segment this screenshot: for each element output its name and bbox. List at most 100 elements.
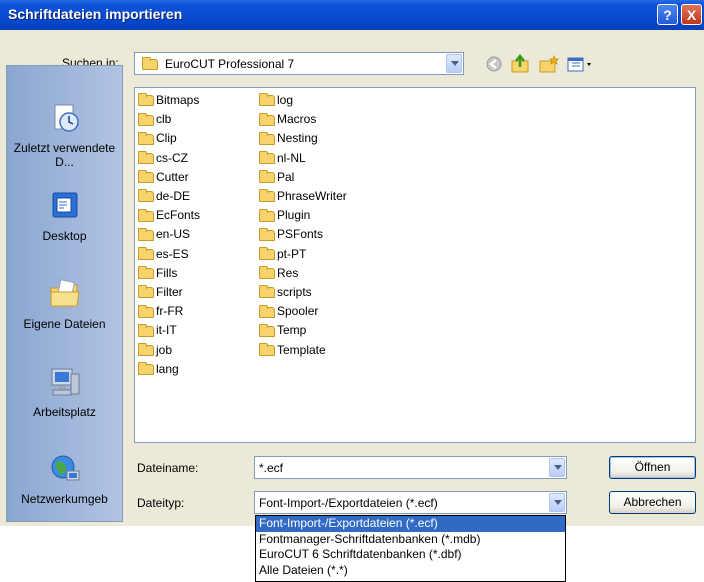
folder-icon: [259, 227, 275, 241]
folder-item[interactable]: Cutter: [138, 169, 189, 186]
folder-item[interactable]: Spooler: [259, 303, 318, 320]
filetype-option[interactable]: Font-Import-/Exportdateien (*.ecf): [256, 516, 565, 532]
my-documents-icon: [50, 279, 80, 307]
folder-item[interactable]: clb: [138, 111, 171, 128]
folder-icon: [259, 342, 275, 356]
folder-icon: [259, 208, 275, 222]
folder-name: Spooler: [277, 304, 319, 319]
folder-item[interactable]: en-US: [138, 226, 190, 243]
folder-icon: [138, 304, 154, 318]
close-button[interactable]: X: [681, 4, 702, 25]
cancel-button[interactable]: Abbrechen: [609, 491, 696, 514]
folder-icon: [138, 362, 154, 376]
folder-item[interactable]: Temp: [259, 322, 306, 339]
folder-name: Template: [277, 342, 326, 357]
folder-item[interactable]: fr-FR: [138, 303, 183, 320]
folder-item[interactable]: Plugin: [259, 207, 310, 224]
folder-icon: [259, 285, 275, 299]
folder-item[interactable]: nl-NL: [259, 150, 306, 167]
chevron-down-icon[interactable]: [549, 458, 565, 477]
place-recent[interactable]: Zuletzt verwendete D...: [7, 102, 122, 169]
folder-name: PSFonts: [277, 227, 324, 242]
chevron-down-icon[interactable]: [549, 493, 565, 512]
help-button[interactable]: ?: [657, 4, 678, 25]
folder-name: it-IT: [156, 323, 177, 338]
folder-name: log: [277, 93, 294, 107]
folder-name: Fills: [156, 265, 178, 280]
folder-name: nl-NL: [277, 150, 306, 165]
place-my-documents[interactable]: Eigene Dateien: [7, 278, 122, 331]
place-network[interactable]: Netzwerkumgeb: [7, 453, 122, 506]
place-label: Eigene Dateien: [23, 317, 106, 331]
folder-item[interactable]: Nesting: [259, 130, 318, 147]
folder-item[interactable]: job: [138, 342, 172, 359]
up-folder-icon[interactable]: [510, 54, 532, 74]
filetype-dropdown-list[interactable]: Font-Import-/Exportdateien (*.ecf) Fontm…: [255, 515, 566, 582]
folder-icon: [138, 112, 154, 126]
folder-name: Clip: [156, 131, 177, 146]
filetype-option[interactable]: Fontmanager-Schriftdatenbanken (*.mdb): [256, 532, 565, 548]
filename-value: *.ecf: [259, 461, 284, 475]
desktop-icon: [52, 192, 77, 218]
new-folder-icon[interactable]: [538, 54, 560, 74]
place-desktop[interactable]: Desktop: [7, 190, 122, 243]
folder-name: de-DE: [156, 189, 191, 203]
folder-item[interactable]: PSFonts: [259, 226, 323, 243]
folder-icon: [138, 227, 154, 241]
folder-item[interactable]: Bitmaps: [138, 92, 199, 109]
folder-name: Pal: [277, 169, 295, 184]
folder-name: PhraseWriter: [277, 189, 347, 203]
filetype-select[interactable]: Font-Import-/Exportdateien (*.ecf): [254, 491, 567, 514]
lookin-combo[interactable]: EuroCUT Professional 7: [134, 52, 464, 75]
folder-name: scripts: [277, 285, 312, 299]
folder-icon: [138, 342, 154, 356]
filename-label: Dateiname:: [137, 461, 199, 475]
folder-icon: [259, 170, 275, 184]
filename-input[interactable]: *.ecf: [254, 456, 567, 479]
folder-icon: [138, 208, 154, 222]
window-title: Schriftdateien importieren: [8, 6, 183, 22]
folder-icon: [259, 112, 275, 126]
places-bar: Zuletzt verwendete D... Desktop Eigene D…: [6, 65, 123, 522]
folder-name: Nesting: [277, 131, 318, 146]
folder-item[interactable]: de-DE: [138, 188, 190, 205]
folder-item[interactable]: PhraseWriter: [259, 188, 347, 205]
back-icon[interactable]: [484, 54, 504, 74]
place-label: Desktop: [42, 229, 87, 243]
file-list[interactable]: Bitmaps clb Clip cs-CZ Cutter de-DE EcFonts en-…: [134, 87, 696, 443]
folder-item[interactable]: pt-PT: [259, 246, 306, 263]
recent-documents-icon: [54, 104, 79, 132]
folder-icon: [259, 246, 275, 260]
filetype-option[interactable]: Alle Dateien (*.*): [256, 563, 565, 579]
folder-item[interactable]: cs-CZ: [138, 150, 188, 167]
lookin-value: EuroCUT Professional 7: [165, 57, 295, 71]
folder-item[interactable]: it-IT: [138, 322, 177, 339]
place-my-computer[interactable]: Arbeitsplatz: [7, 366, 122, 419]
folder-item[interactable]: Clip: [138, 130, 177, 147]
folder-item[interactable]: lang: [138, 361, 179, 378]
folder-item[interactable]: EcFonts: [138, 207, 200, 224]
folder-name: en-US: [156, 227, 191, 242]
folder-icon: [138, 266, 154, 280]
folder-item[interactable]: Macros: [259, 111, 316, 128]
folder-item[interactable]: Template: [259, 342, 326, 359]
view-menu-icon[interactable]: [566, 54, 594, 74]
open-button[interactable]: Öffnen: [609, 456, 696, 479]
chevron-down-icon[interactable]: [446, 54, 462, 73]
filetype-option[interactable]: EuroCUT 6 Schriftdatenbanken (*.dbf): [256, 547, 565, 563]
folder-item[interactable]: Filter: [138, 284, 183, 301]
folder-icon: [138, 189, 154, 203]
folder-icon: [259, 304, 275, 318]
folder-item[interactable]: Fills: [138, 265, 177, 282]
folder-item[interactable]: es-ES: [138, 246, 189, 263]
folder-icon: [259, 323, 275, 337]
folder-item[interactable]: Pal: [259, 169, 294, 186]
title-bar[interactable]: Schriftdateien importieren ? X: [0, 0, 704, 30]
folder-name: EcFonts: [156, 208, 201, 223]
folder-item[interactable]: Res: [259, 265, 298, 282]
folder-name: cs-CZ: [156, 150, 188, 165]
my-computer-icon: [51, 368, 79, 396]
filetype-value: Font-Import-/Exportdateien (*.ecf): [259, 496, 438, 510]
folder-item[interactable]: scripts: [259, 284, 312, 301]
folder-item[interactable]: log: [259, 92, 293, 109]
